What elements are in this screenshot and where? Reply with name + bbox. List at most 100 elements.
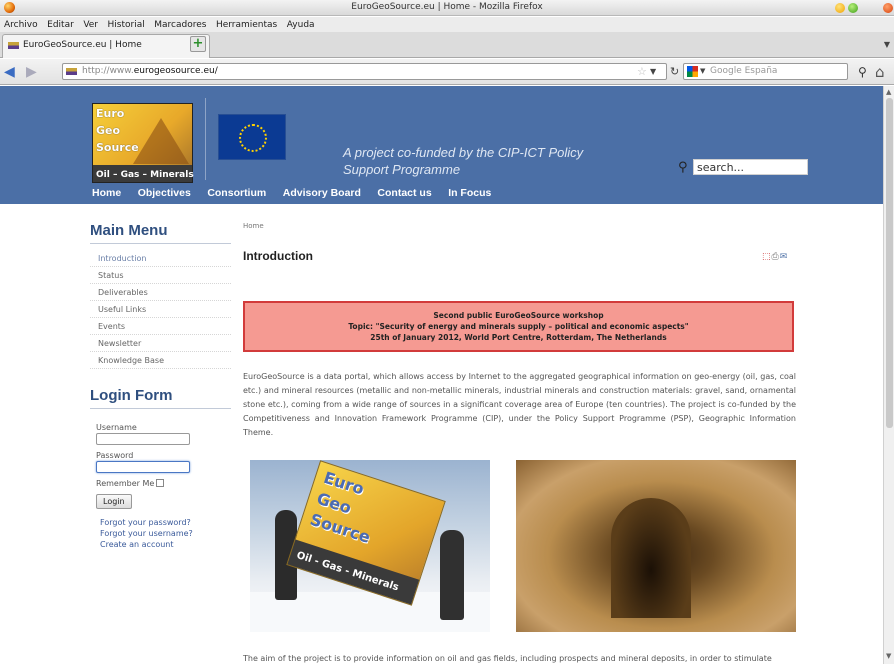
main-menu-heading: Main Menu <box>90 222 231 244</box>
remember-me: Remember Me <box>96 479 231 488</box>
flag-photo: Euro Geo Source Oil - Gas - Minerals <box>250 460 490 632</box>
window-titlebar: EuroGeoSource.eu | Home - Mozilla Firefo… <box>0 0 894 16</box>
navigation-toolbar: ◀ ▶ http://www.eurogeosource.eu/ ☆ ▼ ↻ ▼… <box>0 59 894 85</box>
forward-arrow-icon[interactable]: ▶ <box>26 65 37 79</box>
tunnel-arch <box>611 498 691 618</box>
window-title: EuroGeoSource.eu | Home - Mozilla Firefo… <box>351 2 543 12</box>
menu-archivo[interactable]: Archivo <box>0 18 41 30</box>
menu-item-deliverables[interactable]: Deliverables <box>90 284 231 301</box>
page-scrollbar[interactable]: ▲ ▼ <box>883 86 894 664</box>
menu-item-useful-links[interactable]: Useful Links <box>90 301 231 318</box>
workshop-notice: Second public EuroGeoSource workshop Top… <box>243 301 794 352</box>
scroll-up-arrow-icon[interactable]: ▲ <box>886 88 891 96</box>
eurogeosource-logo[interactable]: Euro Geo Source Oil – Gas – Minerals <box>92 103 194 183</box>
menu-ver[interactable]: Ver <box>80 18 101 30</box>
tab-strip: EuroGeoSource.eu | Home + ▼ <box>0 32 894 58</box>
close-window-button[interactable] <box>883 3 893 13</box>
aim-paragraph: The aim of the project is to provide inf… <box>243 654 772 663</box>
site-search-input[interactable] <box>694 160 807 174</box>
home-icon[interactable]: ⌂ <box>875 63 885 81</box>
new-tab-button[interactable]: + <box>190 36 206 52</box>
forgot-password-link[interactable]: Forgot your password? <box>100 517 231 528</box>
eu-flag-logo <box>218 114 286 160</box>
tab-home[interactable]: EuroGeoSource.eu | Home <box>2 34 210 58</box>
search-engine-placeholder: Google España <box>710 66 778 76</box>
binoculars-icon[interactable]: ⚲ <box>858 65 867 79</box>
menu-marcadores[interactable]: Marcadores <box>151 18 209 30</box>
site-identity-icon[interactable] <box>66 68 77 75</box>
print-icon[interactable]: ⎙ <box>772 252 780 262</box>
person-right <box>440 530 464 620</box>
login-links: Forgot your password? Forgot your userna… <box>90 517 231 550</box>
scrollbar-thumb[interactable] <box>886 98 893 428</box>
create-account-link[interactable]: Create an account <box>100 539 231 550</box>
menu-item-events[interactable]: Events <box>90 318 231 335</box>
header-divider <box>205 98 206 180</box>
page-title: Introduction <box>243 249 313 263</box>
minimize-window-button[interactable] <box>835 3 845 13</box>
reload-icon[interactable]: ↻ <box>670 65 679 78</box>
search-engine-box[interactable]: ▼ Google España <box>683 63 848 80</box>
eu-stars-icon <box>239 124 267 152</box>
login-form: Username Password Remember Me Login <box>90 423 231 509</box>
back-arrow-icon[interactable]: ◀ <box>4 65 15 79</box>
nav-in-focus[interactable]: In Focus <box>448 187 491 199</box>
site-search-box[interactable] <box>693 159 808 175</box>
tab-title: EuroGeoSource.eu | Home <box>23 40 142 50</box>
article-tools: ⬚⎙✉ <box>762 252 788 262</box>
url-history-chevron-icon[interactable]: ▼ <box>650 67 656 76</box>
nav-objectives[interactable]: Objectives <box>138 187 191 199</box>
main-navigation: Home Objectives Consortium Advisory Boar… <box>92 186 504 202</box>
tab-list-chevron-icon[interactable]: ▼ <box>884 40 890 49</box>
bookmark-star-icon[interactable]: ☆ <box>637 65 647 78</box>
logo-mountain-graphic <box>133 118 189 164</box>
menu-ayuda[interactable]: Ayuda <box>284 18 318 30</box>
logo-line-3: Source <box>96 141 139 154</box>
remember-me-label: Remember Me <box>96 479 155 488</box>
google-engine-icon[interactable] <box>687 66 698 77</box>
email-icon[interactable]: ✉ <box>780 252 789 262</box>
main-content: Home Introduction ⬚⎙✉ Second public Euro… <box>243 222 796 663</box>
menu-item-knowledge-base[interactable]: Knowledge Base <box>90 352 231 369</box>
nav-home[interactable]: Home <box>92 187 121 199</box>
menu-item-status[interactable]: Status <box>90 267 231 284</box>
address-bar[interactable]: http://www.eurogeosource.eu/ ☆ ▼ <box>62 63 667 80</box>
page-viewport: Euro Geo Source Oil – Gas – Minerals A p… <box>0 86 894 664</box>
nav-advisory-board[interactable]: Advisory Board <box>283 187 361 199</box>
maximize-window-button[interactable] <box>848 3 858 13</box>
logo-line-1: Euro <box>96 107 125 120</box>
nav-contact-us[interactable]: Contact us <box>377 187 431 199</box>
logo-tagline: Oil – Gas – Minerals <box>96 170 194 180</box>
breadcrumb[interactable]: Home <box>243 222 796 230</box>
username-field[interactable] <box>96 433 190 445</box>
login-form-heading: Login Form <box>90 387 231 409</box>
site-header: Euro Geo Source Oil – Gas – Minerals A p… <box>0 86 883 204</box>
notice-line-1: Second public EuroGeoSource workshop <box>433 311 604 320</box>
intro-paragraph: EuroGeoSource is a data portal, which al… <box>243 372 796 437</box>
forgot-username-link[interactable]: Forgot your username? <box>100 528 231 539</box>
remember-me-checkbox[interactable] <box>156 479 165 487</box>
menu-item-introduction[interactable]: Introduction <box>90 250 231 267</box>
url-text: http://www.eurogeosource.eu/ <box>82 66 218 76</box>
magnifier-icon: ⚲ <box>678 160 688 175</box>
site-slogan: A project co-funded by the CIP-ICT Polic… <box>343 145 584 177</box>
site-favicon-icon <box>8 42 19 49</box>
sidebar: Main Menu Introduction Status Deliverabl… <box>90 222 231 550</box>
mine-tunnel-photo <box>516 460 796 632</box>
notice-line-2: Topic: "Security of energy and minerals … <box>348 322 689 331</box>
engine-chevron-icon[interactable]: ▼ <box>700 67 705 75</box>
menu-item-newsletter[interactable]: Newsletter <box>90 335 231 352</box>
menu-editar[interactable]: Editar <box>44 18 77 30</box>
menu-historial[interactable]: Historial <box>105 18 148 30</box>
notice-line-3: 25th of January 2012, World Port Centre,… <box>370 333 667 342</box>
password-label: Password <box>96 451 134 460</box>
eurogeosource-banner: Euro Geo Source Oil - Gas - Minerals <box>286 460 446 606</box>
scroll-down-arrow-icon[interactable]: ▼ <box>886 652 891 660</box>
main-menu-list: Introduction Status Deliverables Useful … <box>90 250 231 369</box>
menu-herramientas[interactable]: Herramientas <box>213 18 280 30</box>
logo-line-2: Geo <box>96 124 121 137</box>
nav-consortium[interactable]: Consortium <box>207 187 266 199</box>
password-field[interactable] <box>96 461 190 473</box>
pdf-icon[interactable]: ⬚ <box>762 252 772 262</box>
login-button[interactable]: Login <box>96 494 132 509</box>
